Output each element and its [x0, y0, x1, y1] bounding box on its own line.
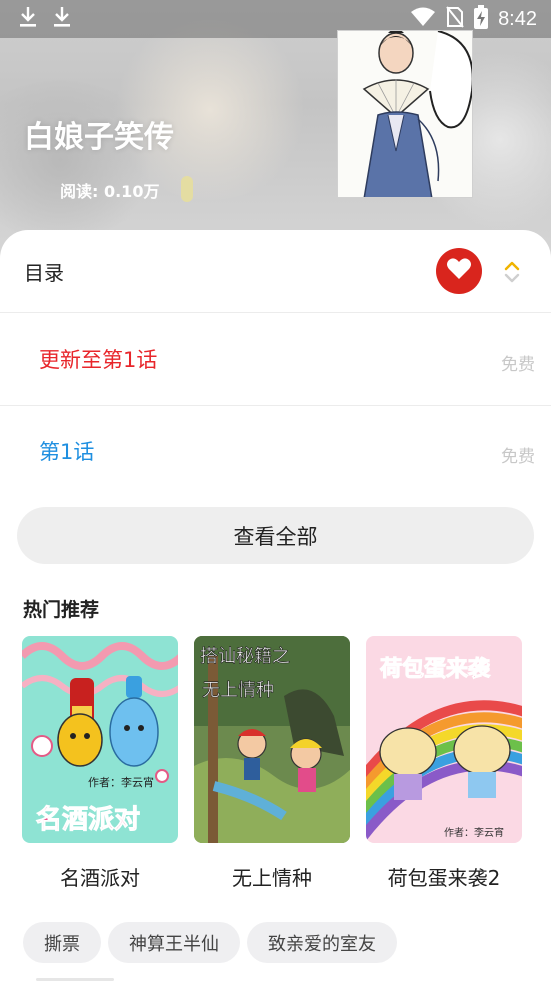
book-title: 白娘子笑传: [24, 120, 174, 155]
cover-title: 荷包蛋来袭: [380, 656, 491, 682]
tag-chip[interactable]: 致亲爱的室友: [247, 922, 397, 963]
toc-label: 目录: [24, 261, 64, 285]
chapter-title: 第1话: [39, 440, 95, 464]
sort-updown-icon: [501, 261, 523, 290]
recommend-cover: 搭讪秘籍之 无上情种: [194, 636, 350, 843]
download-icon: [52, 5, 72, 33]
wifi-icon: [410, 7, 436, 31]
no-sim-icon: [446, 6, 464, 32]
cover-title: 搭讪秘籍之: [200, 646, 290, 667]
favorite-button[interactable]: [436, 248, 482, 294]
download-icon: [18, 5, 38, 33]
cover-author: 作者：李云宵: [88, 775, 154, 789]
chapter-price: 免费: [501, 355, 535, 375]
read-count: 阅读: 0.10万: [60, 182, 160, 201]
cover-subtitle: 无上情种: [202, 680, 274, 701]
recommend-cover: 荷包蛋来袭 作者：李云宵: [366, 636, 522, 843]
read-indicator: [181, 176, 193, 202]
sort-button[interactable]: [501, 258, 523, 286]
recommend-title: 热门推荐: [23, 599, 100, 621]
battery-charging-icon: [474, 5, 489, 33]
tag-chip[interactable]: 神算王半仙: [108, 922, 240, 963]
chapter-title: 更新至第1话: [39, 348, 158, 372]
heart-icon: [446, 257, 472, 285]
recommend-name: 名酒派对: [60, 866, 140, 890]
content-panel: 目录 更新至第1话 免费 第1话 免费 查看全部 热门推荐 作者：李云宵 名酒派…: [0, 230, 551, 981]
toc-header: 目录: [0, 230, 551, 313]
recommend-cover: 作者：李云宵 名酒派对: [22, 636, 178, 843]
recommend-name: 荷包蛋来袭2: [387, 866, 501, 890]
book-header: 8:42 白娘子笑传 阅读: 0.10万: [0, 0, 551, 260]
tag-chip[interactable]: 撕票: [23, 922, 101, 963]
recommend-item[interactable]: 作者：李云宵 名酒派对 名酒派对: [22, 636, 178, 890]
recommend-item[interactable]: 搭讪秘籍之 无上情种 无上情种: [194, 636, 350, 890]
chapter-row[interactable]: 第1话 免费: [0, 406, 551, 498]
chapter-price: 免费: [501, 447, 535, 467]
cover-author: 作者：李云宵: [444, 826, 504, 839]
cover-title: 名酒派对: [36, 804, 140, 835]
book-cover: [337, 30, 473, 198]
recommend-name: 无上情种: [232, 866, 312, 890]
chapter-row[interactable]: 更新至第1话 免费: [0, 314, 551, 406]
tag-list: 撕票 神算王半仙 致亲爱的室友: [23, 922, 397, 963]
clock-time: 8:42: [498, 7, 537, 30]
view-all-button[interactable]: 查看全部: [17, 507, 534, 564]
recommend-item[interactable]: 荷包蛋来袭 作者：李云宵 荷包蛋来袭2: [366, 636, 522, 890]
